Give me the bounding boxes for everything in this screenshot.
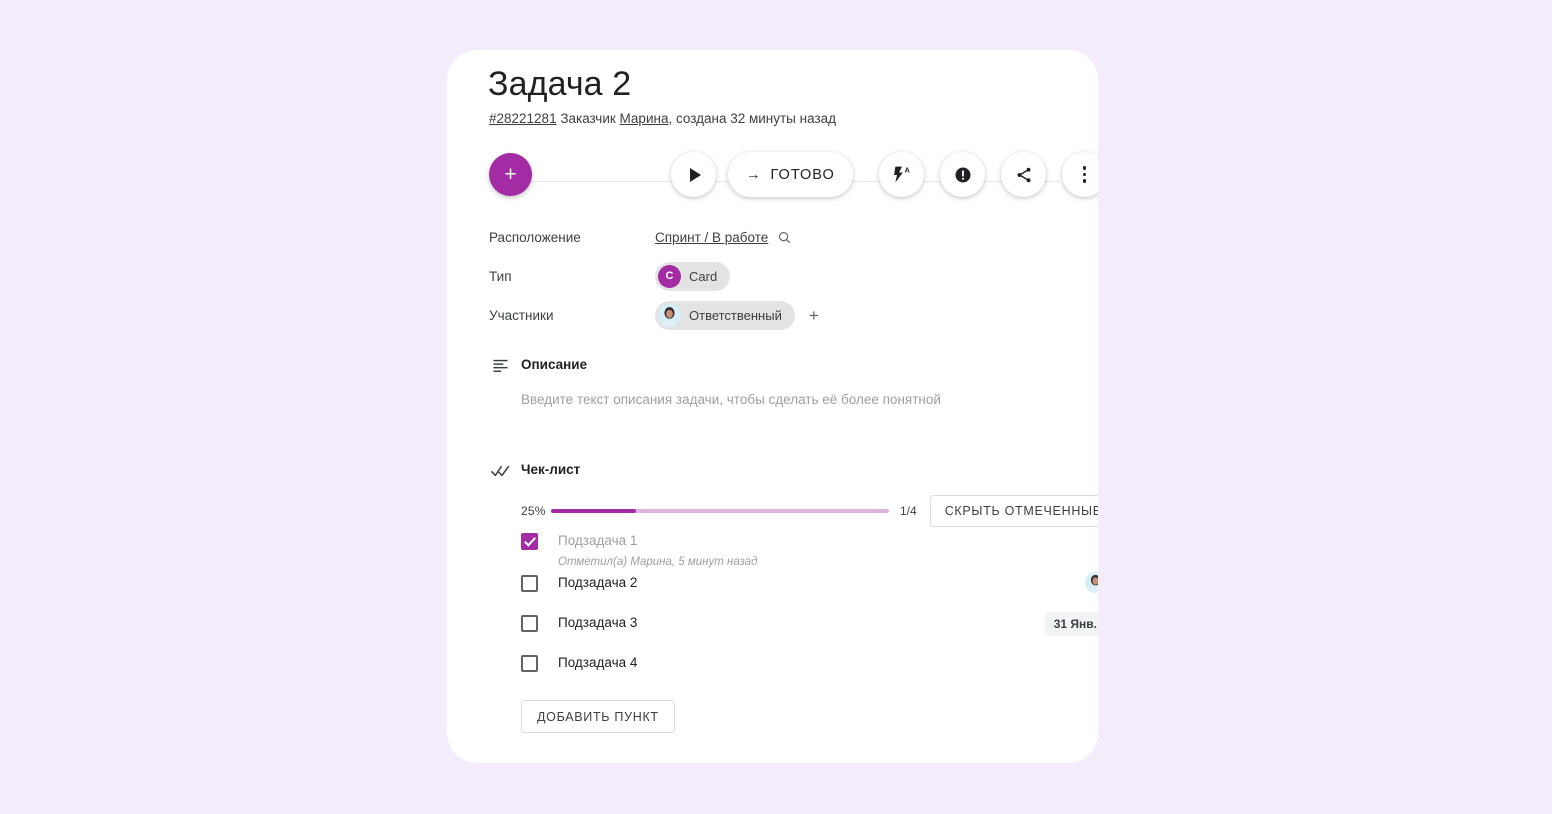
exclamation-circle-icon — [955, 167, 970, 182]
checklist-item: Подзадача 2 — [521, 570, 1098, 610]
add-button[interactable]: + — [489, 153, 532, 196]
page-title: Задача 2 — [488, 65, 632, 103]
type-badge: C — [658, 264, 681, 288]
play-icon — [689, 167, 701, 182]
progress-bar-fill — [551, 509, 636, 513]
checklist-progress: 25% 1/4 СКРЫТЬ ОТМЕЧЕННЫЕ — [521, 495, 1098, 527]
property-label: Участники — [489, 307, 554, 323]
checklist-title: Чек-лист — [521, 462, 581, 477]
share-button[interactable] — [1001, 152, 1046, 197]
checklist-item-meta: Отметил(а) Марина, 5 минут назад — [558, 556, 758, 568]
progress-percent-label: 25% — [521, 504, 546, 518]
flash-auto-icon: A — [893, 165, 910, 182]
search-icon[interactable] — [777, 230, 792, 245]
checklist-item-checkbox[interactable] — [521, 575, 538, 592]
type-chip[interactable]: C Card — [655, 261, 731, 291]
checklist-item-due: 31 Янв. — [1044, 612, 1098, 636]
checklist-item-checkbox[interactable] — [521, 615, 538, 632]
task-meta-prefix: Заказчик — [556, 111, 620, 126]
task-id-link[interactable]: #28221281 — [489, 111, 557, 126]
task-card: Задача 2 #28221281 Заказчик Марина, созд… — [447, 50, 1098, 763]
description-placeholder[interactable]: Введите текст описания задачи, чтобы сде… — [521, 392, 941, 407]
share-icon — [1017, 167, 1030, 182]
checklist-section: Чек-лист 25% 1/4 СКРЫТЬ ОТМЕЧЕННЫЕ Подза… — [479, 460, 1098, 733]
checklist-item-body: Подзадача 4 — [558, 650, 1098, 673]
description-title: Описание — [521, 357, 588, 372]
arrow-right-icon: → — [746, 166, 762, 183]
avatar[interactable] — [1085, 572, 1098, 593]
type-chip-label: Card — [689, 268, 718, 284]
add-checklist-item-button[interactable]: ДОБАВИТЬ ПУНКТ — [521, 700, 675, 733]
location-value-link[interactable]: Спринт / В работе — [655, 230, 768, 245]
progress-ratio-label: 1/4 — [900, 504, 917, 518]
status-done-label: ГОТОВО — [770, 166, 835, 183]
property-label: Тип — [489, 268, 512, 284]
checklist-item: Подзадача 1 Отметил(а) Марина, 5 минут на… — [521, 528, 1098, 570]
checklist-item-label[interactable]: Подзадача 4 — [558, 653, 1098, 673]
play-button[interactable] — [671, 152, 716, 197]
checklist-item-checkbox[interactable] — [521, 655, 538, 672]
more-menu-button[interactable] — [1062, 152, 1098, 197]
hide-checked-button[interactable]: СКРЫТЬ ОТМЕЧЕННЫЕ — [929, 495, 1098, 527]
checklist-item: Подзадача 3 31 Янв. — [521, 610, 1098, 650]
checklist-items: Подзадача 1 Отметил(а) Марина, 5 минут на… — [521, 528, 1098, 733]
task-author-link[interactable]: Марина — [620, 111, 669, 126]
checklist-item-label[interactable]: Подзадача 2 — [558, 573, 1098, 593]
checklist-item-body: Подзадача 1 Отметил(а) Марина, 5 минут на… — [558, 528, 1098, 570]
task-meta: #28221281 Заказчик Марина, создана 32 ми… — [489, 110, 836, 128]
checklist-item-label[interactable]: Подзадача 1 — [558, 531, 1098, 551]
property-row-location: Расположение Спринт / В работе — [489, 218, 1049, 256]
priority-button[interactable] — [940, 152, 985, 197]
action-toolbar: + → ГОТОВО A — [469, 145, 1098, 217]
checklist-item-checkbox[interactable] — [521, 533, 538, 550]
progress-bar[interactable] — [551, 509, 889, 513]
participant-chip-label: Ответственный — [689, 307, 782, 323]
add-participant-button[interactable]: + — [809, 307, 819, 324]
due-date-badge[interactable]: 31 Янв. — [1044, 612, 1098, 636]
property-label: Расположение — [489, 229, 581, 245]
status-done-button[interactable]: → ГОТОВО — [728, 152, 853, 197]
more-vertical-icon — [1082, 166, 1087, 183]
properties-list: Расположение Спринт / В работе Тип C Car… — [489, 218, 1049, 335]
task-meta-suffix: , создана 32 минуты назад — [668, 111, 837, 126]
description-section: Описание Введите текст описания задачи, … — [479, 355, 1069, 407]
checklist-item-body: Подзадача 2 — [558, 570, 1098, 593]
checklist-item-assignee — [1085, 572, 1098, 593]
double-check-icon — [489, 463, 511, 479]
checklist-item-label[interactable]: Подзадача 3 — [558, 613, 1098, 633]
checklist-item-body: Подзадача 3 — [558, 610, 1098, 633]
participant-chip[interactable]: Ответственный — [655, 300, 795, 330]
align-left-icon — [489, 357, 511, 374]
property-row-participants: Участники Ответственный + — [489, 296, 1049, 334]
flash-auto-button[interactable]: A — [879, 152, 924, 197]
property-row-type: Тип C Card — [489, 257, 1049, 295]
checklist-item: Подзадача 4 — [521, 650, 1098, 690]
svg-text:A: A — [904, 165, 910, 174]
avatar — [658, 303, 681, 327]
